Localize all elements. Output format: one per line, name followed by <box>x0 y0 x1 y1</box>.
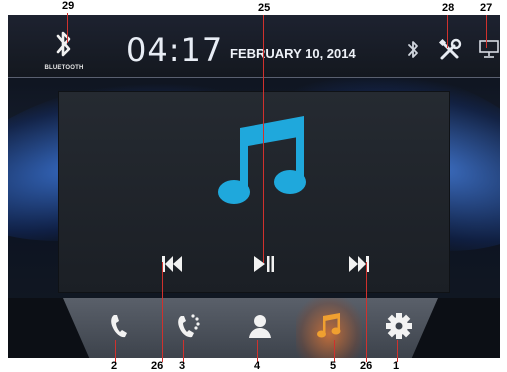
leader-line-29 <box>67 13 68 43</box>
head-unit-screen: BLUETOOTH 04:17 FEBRUARY 10, 2014 <box>8 15 500 358</box>
dock-call-log[interactable] <box>156 298 222 358</box>
dock-settings[interactable] <box>365 298 431 358</box>
clock-date: FEBRUARY 10, 2014 <box>230 46 356 61</box>
bluetooth-icon <box>408 41 418 58</box>
leader-line-3 <box>183 340 184 362</box>
bluetooth-label: BLUETOOTH <box>44 65 84 71</box>
leader-line-2 <box>115 340 116 362</box>
clock-time: 04:17 <box>126 31 224 69</box>
leader-line-4 <box>257 340 258 362</box>
contacts-icon <box>249 315 271 338</box>
callout-26-left: 26 <box>151 360 164 372</box>
previous-icon[interactable] <box>161 254 183 274</box>
callout-26-right: 26 <box>360 360 373 372</box>
settings-gear-icon <box>386 313 412 339</box>
leader-line-25 <box>263 15 264 263</box>
leader-line-28 <box>447 15 448 48</box>
callout-5: 5 <box>330 360 337 372</box>
leader-line-1 <box>397 340 398 362</box>
leader-line-26-left <box>162 262 163 362</box>
callout-4: 4 <box>254 360 261 372</box>
callout-2: 2 <box>111 360 118 372</box>
play-pause-icon[interactable] <box>253 254 275 274</box>
call-log-icon <box>178 314 200 338</box>
music-player-panel <box>58 91 450 293</box>
bluetooth-icon <box>56 31 71 57</box>
dock-music[interactable] <box>296 298 362 358</box>
leader-line-5 <box>334 340 335 362</box>
music-note-icon <box>218 116 306 204</box>
display-icon[interactable] <box>478 39 500 59</box>
music-icon <box>317 313 341 338</box>
callout-29: 29 <box>62 0 75 12</box>
callout-1: 1 <box>393 360 400 372</box>
leader-line-26-right <box>366 262 367 362</box>
bluetooth-shortcut[interactable]: BLUETOOTH <box>36 21 92 73</box>
bottom-dock <box>8 298 500 358</box>
callout-3: 3 <box>179 360 186 372</box>
callout-27: 27 <box>480 2 493 14</box>
settings-tools-icon[interactable] <box>438 38 462 62</box>
status-bar: BLUETOOTH 04:17 FEBRUARY 10, 2014 <box>8 15 500 78</box>
leader-line-27 <box>486 15 487 48</box>
dock-phone[interactable] <box>88 298 154 358</box>
phone-icon <box>111 315 127 338</box>
callout-25: 25 <box>258 2 271 14</box>
dock-contacts[interactable] <box>227 298 293 358</box>
callout-28: 28 <box>442 2 455 14</box>
